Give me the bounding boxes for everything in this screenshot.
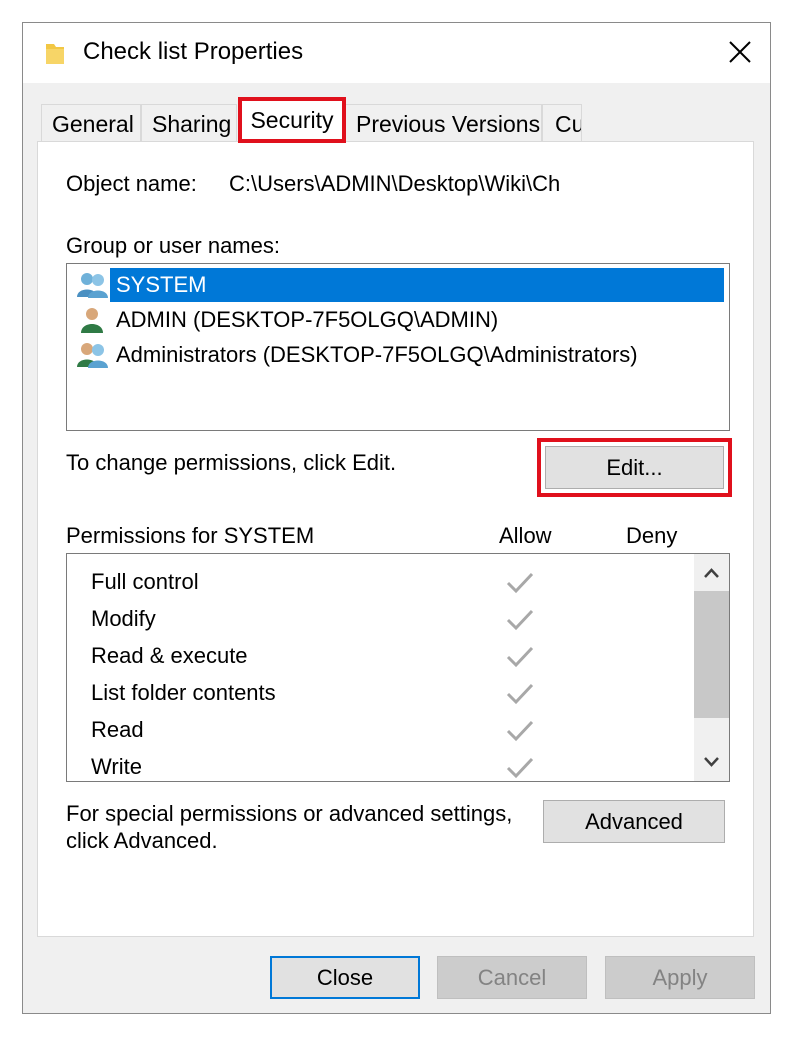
object-name-label: Object name: <box>66 171 197 196</box>
advanced-button[interactable]: Advanced <box>543 800 725 843</box>
list-item-system[interactable]: SYSTEM <box>76 268 724 302</box>
allow-check-icon <box>505 718 535 744</box>
tab-label: Previous Versions <box>356 111 541 137</box>
allow-check-icon <box>505 570 535 596</box>
permission-name: Read <box>91 717 144 742</box>
allow-check-icon <box>505 644 535 670</box>
window-title: Check list Properties <box>83 38 304 65</box>
list-item-administrators[interactable]: Administrators (DESKTOP-7F5OLGQ\Administ… <box>76 338 724 372</box>
cancel-button[interactable]: Cancel <box>437 956 587 999</box>
scrollbar-thumb[interactable] <box>694 591 729 718</box>
permission-name: List folder contents <box>91 680 276 705</box>
permission-name: Write <box>91 754 142 779</box>
tab-label: Sharing <box>152 111 232 137</box>
folder-icon <box>44 40 66 66</box>
deny-header: Deny <box>626 523 678 548</box>
close-icon <box>729 41 751 63</box>
chevron-down-icon <box>704 757 719 767</box>
tab-security[interactable]: Security <box>238 97 346 143</box>
advanced-hint-line2: click Advanced. <box>66 828 218 853</box>
close-button[interactable]: Close <box>270 956 420 999</box>
permission-name: Full control <box>91 569 199 594</box>
scroll-down-button[interactable] <box>694 745 729 779</box>
users-group-icon <box>76 271 110 299</box>
allow-header: Allow <box>499 523 552 548</box>
permission-name: Modify <box>91 606 156 631</box>
allow-check-icon <box>505 681 535 707</box>
allow-check-icon <box>505 607 535 633</box>
allow-check-icon <box>505 755 535 780</box>
tab-label: Cu <box>555 111 582 137</box>
list-item-label: SYSTEM <box>116 272 207 297</box>
close-window-button[interactable] <box>724 36 756 68</box>
group-names-label: Group or user names: <box>66 233 280 258</box>
scroll-up-button[interactable] <box>694 556 729 590</box>
object-name-value: C:\Users\ADMIN\Desktop\Wiki\Ch <box>229 171 561 196</box>
edit-button[interactable]: Edit... <box>545 446 724 489</box>
advanced-hint-line1: For special permissions or advanced sett… <box>66 801 513 826</box>
list-item-label: ADMIN (DESKTOP-7F5OLGQ\ADMIN) <box>116 307 499 332</box>
tab-previous-versions[interactable]: Previous Versions <box>345 104 542 142</box>
list-item-admin[interactable]: ADMIN (DESKTOP-7F5OLGQ\ADMIN) <box>76 303 724 337</box>
tab-label: General <box>52 111 134 137</box>
users-group-icon <box>76 341 110 369</box>
tab-label: Security <box>250 107 334 133</box>
chevron-up-icon <box>704 568 719 578</box>
user-icon <box>76 306 110 334</box>
apply-button[interactable]: Apply <box>605 956 755 999</box>
tab-general[interactable]: General <box>41 104 141 142</box>
list-item-label: Administrators (DESKTOP-7F5OLGQ\Administ… <box>116 342 638 367</box>
change-permissions-text: To change permissions, click Edit. <box>66 450 397 475</box>
permissions-header: Permissions for SYSTEM <box>66 523 315 548</box>
tab-customize[interactable]: Cu <box>542 104 582 142</box>
tab-sharing[interactable]: Sharing <box>141 104 237 142</box>
permission-name: Read & execute <box>91 643 248 668</box>
